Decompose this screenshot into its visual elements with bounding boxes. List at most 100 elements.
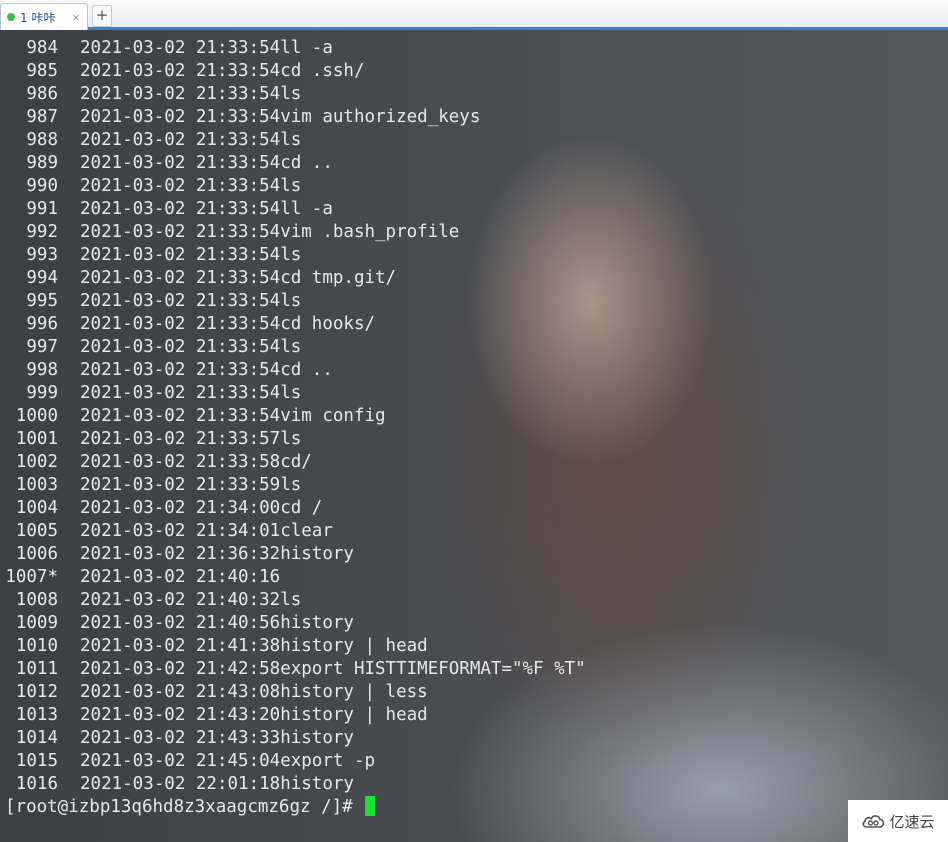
history-command: export -p	[280, 751, 376, 771]
history-command: ls	[280, 245, 302, 265]
history-timestamp: 2021-03-02 21:33:54	[80, 84, 281, 104]
history-timestamp: 2021-03-02 21:43:08	[80, 682, 281, 702]
history-command: ls	[280, 429, 302, 449]
history-line: 1011 2021-03-02 21:42:58export HISTTIMEFO…	[0, 658, 586, 681]
history-command: ls	[280, 383, 302, 403]
history-number: 996	[26, 314, 58, 334]
history-timestamp: 2021-03-02 21:33:54	[80, 360, 281, 380]
history-timestamp: 2021-03-02 21:34:01	[80, 521, 281, 541]
history-command: cd hooks/	[280, 314, 376, 334]
history-timestamp: 2021-03-02 21:41:38	[80, 636, 281, 656]
history-number: 1009	[15, 613, 58, 633]
history-number: 1002	[15, 452, 58, 472]
history-command: vim authorized_keys	[280, 107, 481, 127]
history-number: 991	[26, 199, 58, 219]
history-command: history	[280, 544, 354, 564]
history-command: cd /	[280, 498, 323, 518]
history-line: 1012 2021-03-02 21:43:08history | less	[0, 681, 428, 704]
history-timestamp: 2021-03-02 21:33:54	[80, 222, 281, 242]
history-timestamp: 2021-03-02 21:33:54	[80, 153, 281, 173]
history-command: history	[280, 774, 354, 794]
watermark: 亿速云	[848, 800, 948, 842]
history-number: 1010	[15, 636, 58, 656]
history-number: 1001	[15, 429, 58, 449]
history-line: 993 2021-03-02 21:33:54ls	[0, 244, 301, 267]
cloud-logo-icon	[862, 815, 885, 828]
history-line: 984 2021-03-02 21:33:54ll -a	[0, 37, 333, 60]
history-line: 990 2021-03-02 21:33:54ls	[0, 175, 301, 198]
history-timestamp: 2021-03-02 21:34:00	[80, 498, 281, 518]
history-timestamp: 2021-03-02 21:42:58	[80, 659, 281, 679]
history-line: 1001 2021-03-02 21:33:57ls	[0, 428, 301, 451]
history-line: 1007* 2021-03-02 21:40:16	[0, 566, 280, 589]
terminal-output[interactable]: 984 2021-03-02 21:33:54ll -a 985 2021-03-02…	[0, 30, 948, 842]
history-number: 1008	[15, 590, 58, 610]
tab-bar: 1 咔咔 × +	[0, 0, 948, 30]
history-number: 1013	[15, 705, 58, 725]
history-timestamp: 2021-03-02 21:33:54	[80, 107, 281, 127]
history-timestamp: 2021-03-02 21:33:54	[80, 268, 281, 288]
history-number: 997	[26, 337, 58, 357]
history-number: 987	[26, 107, 58, 127]
history-command: ls	[280, 590, 302, 610]
history-timestamp: 2021-03-02 21:33:54	[80, 383, 281, 403]
history-command: history | less	[280, 682, 428, 702]
new-tab-button[interactable]: +	[92, 5, 112, 27]
history-timestamp: 2021-03-02 21:43:33	[80, 728, 281, 748]
history-timestamp: 2021-03-02 21:33:54	[80, 176, 281, 196]
history-number: 999	[26, 383, 58, 403]
history-number: 1000	[15, 406, 58, 426]
history-timestamp: 2021-03-02 21:33:54	[80, 245, 281, 265]
history-number: 990	[26, 176, 58, 196]
history-line: 1005 2021-03-02 21:34:01clear	[0, 520, 333, 543]
text-cursor	[365, 796, 376, 816]
history-number: 992	[26, 222, 58, 242]
history-command: ll -a	[280, 38, 333, 58]
history-number: 1011	[15, 659, 58, 679]
history-line: 986 2021-03-02 21:33:54ls	[0, 83, 301, 106]
history-timestamp: 2021-03-02 21:33:54	[80, 314, 281, 334]
history-timestamp: 2021-03-02 21:33:54	[80, 38, 281, 58]
session-tab-label: 1 咔咔	[20, 10, 56, 25]
history-line: 996 2021-03-02 21:33:54cd hooks/	[0, 313, 375, 336]
history-command: ls	[280, 176, 302, 196]
connection-status-icon	[7, 13, 15, 21]
history-command: history	[280, 613, 354, 633]
history-number: 1006	[15, 544, 58, 564]
history-command: cd/	[280, 452, 312, 472]
history-number: 995	[26, 291, 58, 311]
history-timestamp: 2021-03-02 21:43:20	[80, 705, 281, 725]
history-number: 993	[26, 245, 58, 265]
watermark-text: 亿速云	[889, 812, 935, 831]
history-number: 1015	[15, 751, 58, 771]
history-line: 1014 2021-03-02 21:43:33history	[0, 727, 354, 750]
history-timestamp: 2021-03-02 22:01:18	[80, 774, 281, 794]
history-number: 998	[26, 360, 58, 380]
history-timestamp: 2021-03-02 21:33:54	[80, 61, 281, 81]
history-line: 992 2021-03-02 21:33:54vim .bash_profile	[0, 221, 459, 244]
session-tab[interactable]: 1 咔咔 ×	[0, 3, 88, 30]
history-command: clear	[280, 521, 333, 541]
history-timestamp: 2021-03-02 21:36:32	[80, 544, 281, 564]
history-number: 994	[26, 268, 58, 288]
history-command: history | head	[280, 705, 428, 725]
history-line: 997 2021-03-02 21:33:54ls	[0, 336, 301, 359]
history-command: export HISTTIMEFORMAT="%F %T"	[280, 659, 586, 679]
history-timestamp: 2021-03-02 21:33:54	[80, 406, 281, 426]
history-line: 1006 2021-03-02 21:36:32history	[0, 543, 354, 566]
history-number: 1007*	[5, 567, 58, 587]
history-line: 995 2021-03-02 21:33:54ls	[0, 290, 301, 313]
history-timestamp: 2021-03-02 21:33:57	[80, 429, 281, 449]
shell-prompt[interactable]: [root@izbp13q6hd8z3xaagcmz6gz /]#	[5, 796, 376, 819]
history-line: 988 2021-03-02 21:33:54ls	[0, 129, 301, 152]
history-number: 989	[26, 153, 58, 173]
history-timestamp: 2021-03-02 21:33:58	[80, 452, 281, 472]
close-icon[interactable]: ×	[69, 11, 83, 24]
history-command: cd ..	[280, 360, 333, 380]
history-line: 987 2021-03-02 21:33:54vim authorized_key…	[0, 106, 480, 129]
history-timestamp: 2021-03-02 21:33:59	[80, 475, 281, 495]
history-command: vim config	[280, 406, 386, 426]
history-command: ls	[280, 130, 302, 150]
history-line: 999 2021-03-02 21:33:54ls	[0, 382, 301, 405]
history-command: ls	[280, 337, 302, 357]
